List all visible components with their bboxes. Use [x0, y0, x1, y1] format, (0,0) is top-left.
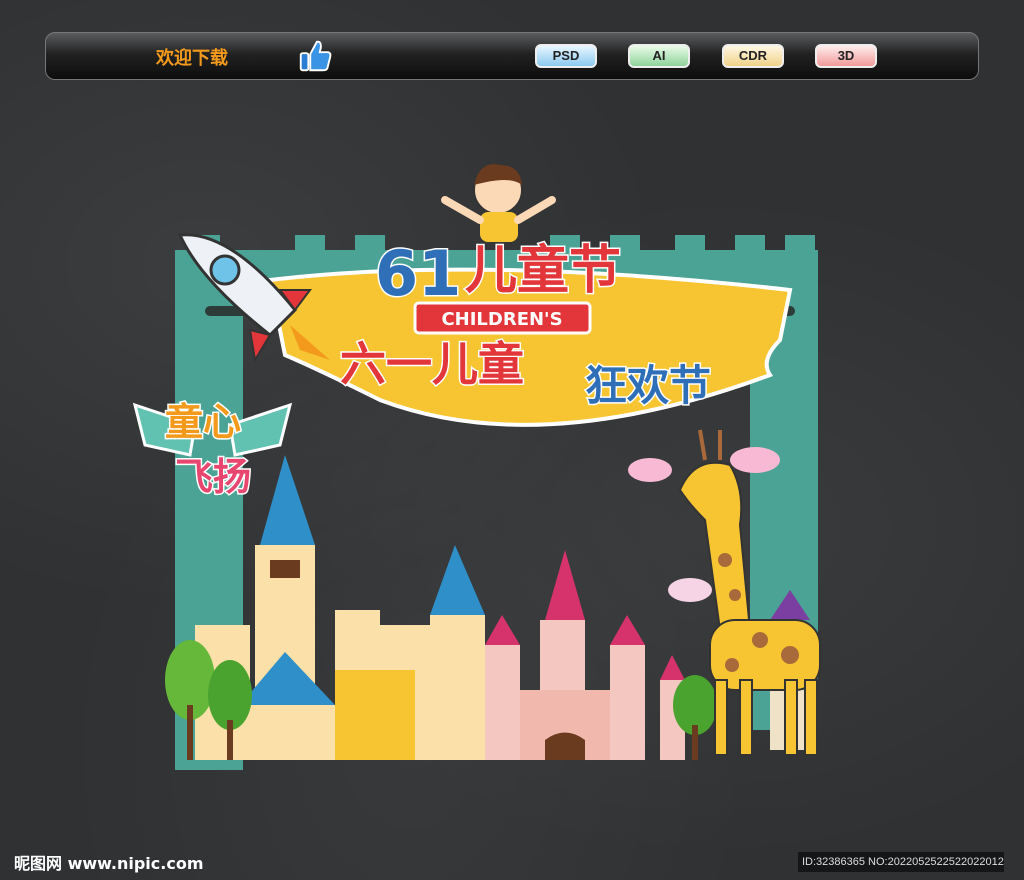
- title-text: 儿童节: [465, 241, 621, 301]
- boy-illustration: [441, 164, 556, 242]
- title-number: 61: [375, 237, 461, 310]
- nipic-logo: 昵图网 www.nipic.com: [14, 854, 204, 873]
- badge-line-1: 童心: [165, 400, 241, 444]
- cdr-format-button[interactable]: CDR: [722, 44, 784, 68]
- image-id-label: ID:32386365 NO:20220525225220220127: [798, 852, 1004, 872]
- top-toolbar: 欢迎下载 PSD AI CDR 3D: [45, 32, 979, 80]
- psd-format-button[interactable]: PSD: [535, 44, 597, 68]
- badge-line-2: 飞扬: [175, 455, 251, 499]
- subtitle-plaque: CHILDREN'S: [413, 301, 592, 335]
- welcome-download-label: 欢迎下载: [156, 48, 228, 69]
- childrens-day-artwork: 61 儿童节 CHILDREN'S 六一儿童 狂欢节 童心 飞扬: [132, 164, 821, 770]
- banner-text-2: 狂欢节: [585, 361, 711, 410]
- 3d-format-button[interactable]: 3D: [815, 44, 877, 68]
- banner-text-1: 六一儿童: [340, 337, 524, 391]
- subtitle-text: CHILDREN'S: [441, 309, 562, 330]
- thumbs-up-icon[interactable]: [296, 37, 334, 75]
- ai-format-button[interactable]: AI: [628, 44, 690, 68]
